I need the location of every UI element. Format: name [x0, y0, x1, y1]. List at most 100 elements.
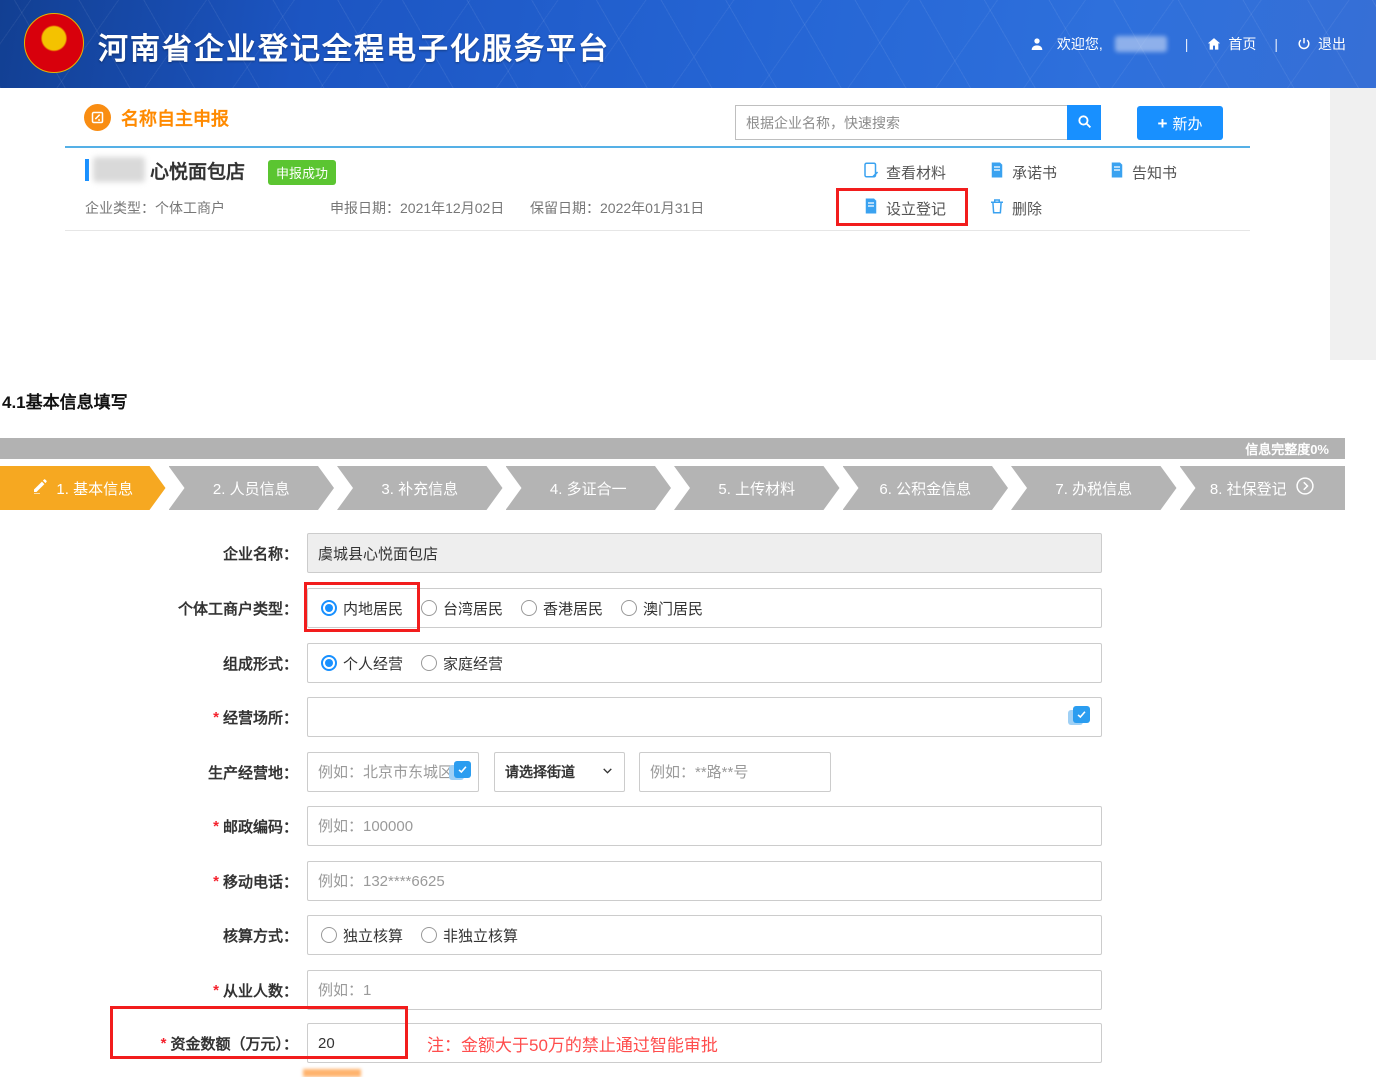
composition-label-text: 组成形式： [223, 653, 298, 674]
screenshot-root: 河南省企业登记全程电子化服务平台 欢迎您, | 首页 | 退出 [0, 0, 1376, 1077]
tab-tax-info[interactable]: 7. 办税信息 [1011, 466, 1177, 510]
street-address-input[interactable] [639, 752, 831, 792]
required-star: * [213, 709, 219, 726]
radio-mainland-resident[interactable]: 内地居民 [321, 598, 403, 619]
radio-taiwan-resident[interactable]: 台湾居民 [421, 598, 503, 619]
radio-independent-accounting[interactable]: 独立核算 [321, 925, 403, 946]
capital-amount-label: * 资金数额（万元）： [0, 1023, 298, 1063]
radio-hongkong-resident[interactable]: 香港居民 [521, 598, 603, 619]
section-header: 名称自主申报 [84, 104, 229, 131]
tab-social-security-label: 8. 社保登记 [1210, 478, 1287, 499]
doc-section-heading: 4.1基本信息填写 [2, 388, 128, 413]
business-place-input[interactable] [307, 697, 1102, 737]
row-business-place: * 经营场所： [0, 697, 1345, 737]
action-setup-registration-label: 设立登记 [886, 198, 946, 219]
tab-basic-info[interactable]: 1. 基本信息 [0, 466, 166, 510]
street-select[interactable]: 请选择街道 [494, 752, 625, 792]
employees-label: * 从业人数： [0, 970, 298, 1010]
household-type-group: 内地居民 台湾居民 香港居民 澳门居民 [307, 588, 1102, 628]
tab-tax-info-label: 7. 办税信息 [1055, 478, 1132, 499]
completeness-label: 信息完整度0% [1245, 439, 1329, 458]
tab-multi-cert[interactable]: 4. 多证合一 [506, 466, 672, 510]
radio-mainland-resident-label: 内地居民 [343, 598, 403, 619]
action-notice-letter[interactable]: 告知书 [1108, 161, 1177, 183]
meta-declare-date: 申报日期：2021年12月02日 [330, 198, 504, 218]
row-mobile-phone: * 移动电话： [0, 861, 1345, 901]
production-place-label: 生产经营地： [0, 752, 298, 792]
item-accent-bar [85, 159, 89, 181]
document-edit-icon [862, 161, 880, 183]
search-button[interactable] [1067, 105, 1101, 140]
radio-icon [421, 600, 437, 616]
search-icon [1076, 113, 1093, 133]
row-accounting-method: 核算方式： 独立核算 非独立核算 [0, 915, 1345, 955]
site-header: 河南省企业登记全程电子化服务平台 欢迎您, | 首页 | 退出 [0, 0, 1376, 88]
action-promise-letter[interactable]: 承诺书 [988, 161, 1057, 183]
tab-housing-fund[interactable]: 6. 公积金信息 [843, 466, 1009, 510]
tab-personnel-info[interactable]: 2. 人员信息 [169, 466, 335, 510]
company-search-input[interactable] [735, 105, 1067, 140]
action-setup-registration[interactable]: 设立登记 [862, 197, 946, 219]
radio-icon [521, 600, 537, 616]
radio-family-operation[interactable]: 家庭经营 [421, 653, 503, 674]
employees-label-text: 从业人数： [223, 980, 298, 1001]
plus-icon: + [1158, 115, 1168, 132]
required-star: * [213, 818, 219, 835]
completeness-bar: 信息完整度0% [0, 438, 1345, 459]
action-view-materials[interactable]: 查看材料 [862, 161, 946, 183]
required-star: * [213, 873, 219, 890]
required-star: * [213, 982, 219, 999]
home-link[interactable]: 首页 [1206, 34, 1256, 54]
row-capital-amount: * 资金数额（万元）： 注：金额大于50万的禁止通过智能审批 [0, 1023, 1345, 1063]
radio-selected-icon [321, 600, 337, 616]
business-place-label-text: 经营场所： [223, 707, 298, 728]
company-name-input[interactable] [307, 533, 1102, 573]
tab-social-security[interactable]: 8. 社保登记 [1180, 466, 1346, 510]
radio-non-independent-accounting[interactable]: 非独立核算 [421, 925, 518, 946]
radio-non-independent-accounting-label: 非独立核算 [443, 925, 518, 946]
address-picker-icon[interactable] [1068, 706, 1090, 728]
site-title: 河南省企业登记全程电子化服务平台 [98, 24, 610, 68]
tab-multi-cert-label: 4. 多证合一 [550, 478, 627, 499]
required-star: * [161, 1035, 167, 1052]
tab-housing-fund-label: 6. 公积金信息 [879, 478, 971, 499]
employees-input[interactable] [307, 970, 1102, 1010]
company-name-label-text: 企业名称： [223, 543, 298, 564]
tab-upload-materials[interactable]: 5. 上传材料 [674, 466, 840, 510]
capital-note: 注：金额大于50万的禁止通过智能审批 [427, 1023, 718, 1063]
row-composition: 组成形式： 个人经营 家庭经营 [0, 643, 1345, 683]
radio-macao-resident-label: 澳门居民 [643, 598, 703, 619]
tab-supplement-info[interactable]: 3. 补充信息 [337, 466, 503, 510]
meta-company-type: 企业类型：个体工商户 [85, 198, 225, 218]
header-underline [65, 146, 1250, 148]
action-delete-label: 删除 [1012, 198, 1042, 219]
action-promise-letter-label: 承诺书 [1012, 162, 1057, 183]
radio-independent-accounting-label: 独立核算 [343, 925, 403, 946]
tab-basic-info-label: 1. 基本信息 [56, 478, 133, 499]
meta-keep-date: 保留日期：2022年01月31日 [530, 198, 704, 218]
chevron-right-circle-icon [1295, 476, 1315, 500]
accounting-method-label-text: 核算方式： [223, 925, 298, 946]
radio-icon [621, 600, 637, 616]
action-delete[interactable]: 删除 [988, 197, 1042, 219]
row-postal-code: * 邮政编码： [0, 806, 1345, 846]
status-badge: 申报成功 [268, 160, 336, 185]
business-place-label: * 经营场所： [0, 697, 298, 737]
step-tabs: 1. 基本信息 2. 人员信息 3. 补充信息 4. 多证合一 5. 上传材料 … [0, 466, 1345, 510]
mobile-phone-input[interactable] [307, 861, 1102, 901]
mobile-phone-label: * 移动电话： [0, 861, 298, 901]
tab-supplement-info-label: 3. 补充信息 [381, 478, 458, 499]
radio-selected-icon [321, 655, 337, 671]
postal-code-input[interactable] [307, 806, 1102, 846]
power-icon [1296, 36, 1312, 52]
radio-individual-operation[interactable]: 个人经营 [321, 653, 403, 674]
logout-link[interactable]: 退出 [1296, 34, 1346, 54]
document-icon [988, 161, 1006, 183]
composition-group: 个人经营 家庭经营 [307, 643, 1102, 683]
district-picker-icon[interactable] [449, 761, 471, 783]
new-application-button[interactable]: + 新办 [1137, 106, 1223, 140]
document-icon [1108, 161, 1126, 183]
cropped-next-row-content [303, 1069, 361, 1077]
household-type-label-text: 个体工商户类型： [178, 598, 298, 619]
radio-macao-resident[interactable]: 澳门居民 [621, 598, 703, 619]
